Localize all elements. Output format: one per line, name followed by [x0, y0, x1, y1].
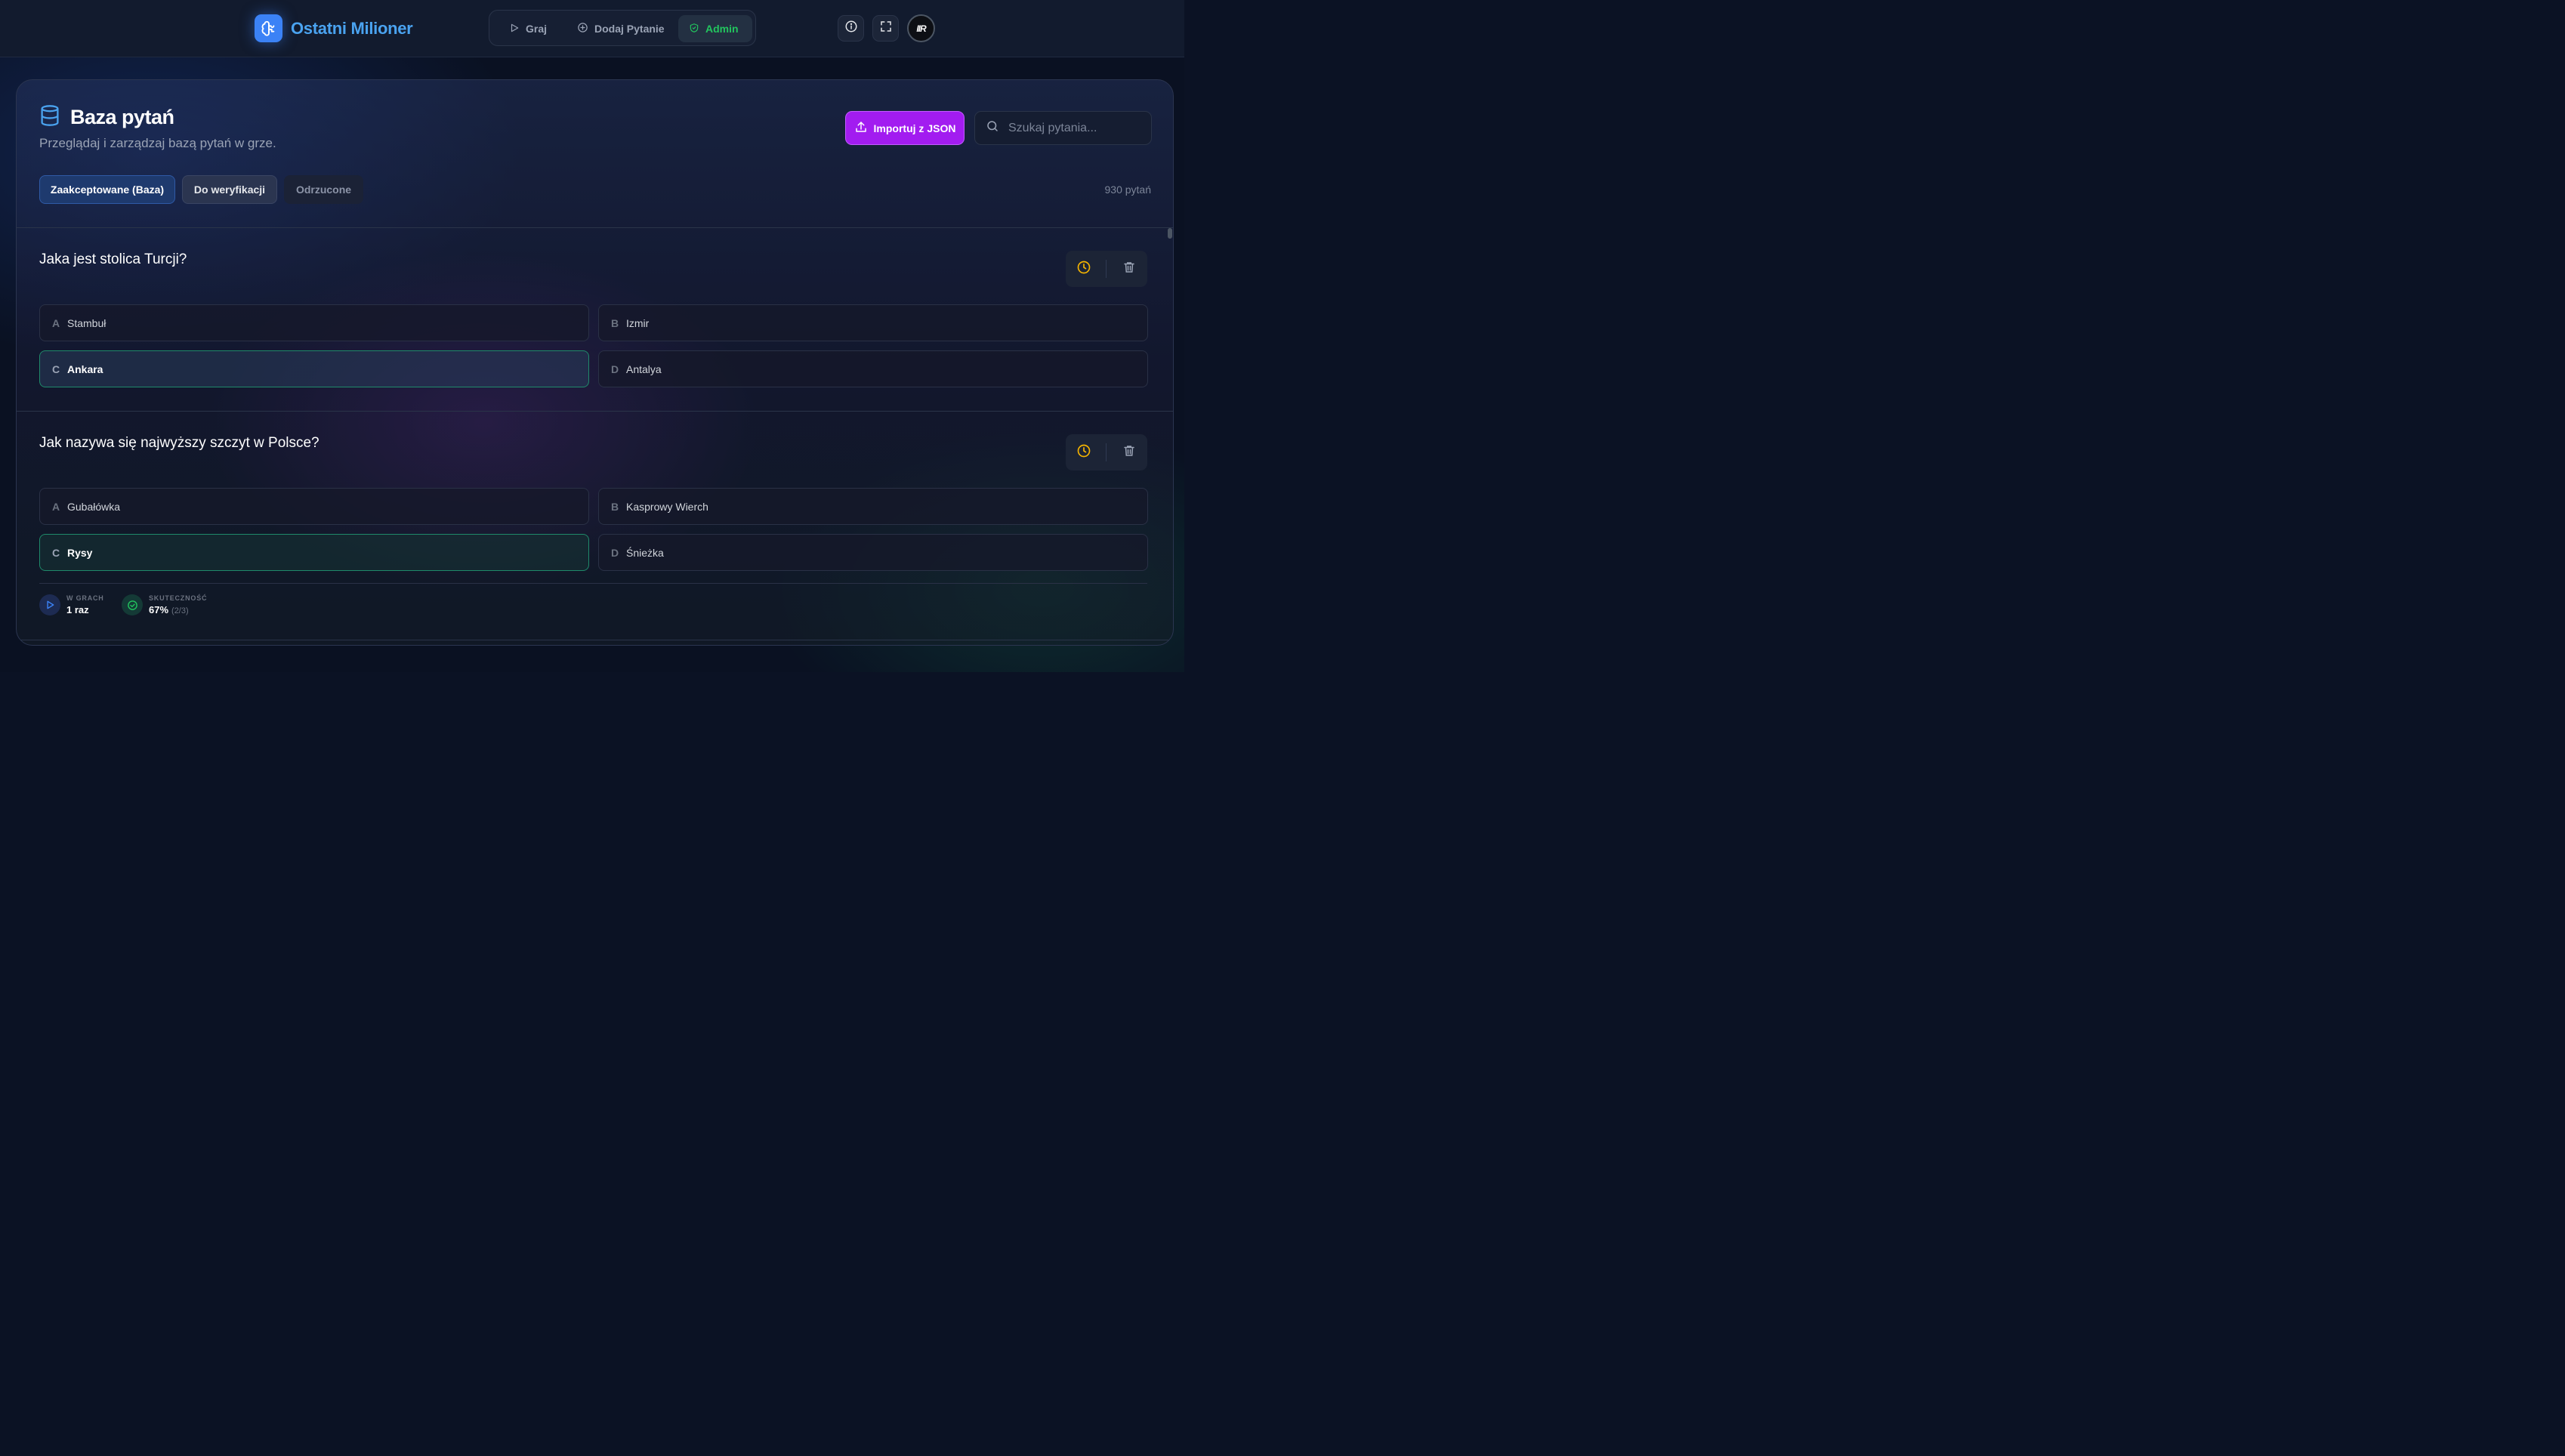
search-input[interactable]: [1007, 120, 1146, 136]
answer-letter: A: [52, 500, 60, 513]
divider: [1106, 443, 1107, 461]
nav-item-label: Graj: [526, 23, 548, 35]
question-count: 930 pytań: [1104, 184, 1152, 196]
question-bank-panel: Baza pytań Przeglądaj i zarządzaj bazą p…: [16, 79, 1174, 646]
info-icon: [844, 20, 858, 37]
nav-item-label: Admin: [705, 23, 739, 35]
import-json-label: Importuj z JSON: [873, 122, 956, 134]
answer-option[interactable]: D Śnieżka: [598, 534, 1148, 571]
stat-value: 67% (2/3): [149, 604, 207, 615]
answer-text: Gubałówka: [67, 500, 121, 513]
stat-games: W GRACH 1 raz: [39, 594, 104, 615]
avatar[interactable]: IIR: [907, 14, 935, 42]
divider: [17, 411, 1173, 412]
answer-letter: D: [611, 546, 619, 559]
check-circle-icon: [122, 594, 143, 615]
answer-text: Ankara: [67, 362, 103, 375]
brain-icon: [255, 14, 282, 42]
app-title: Ostatni Milioner: [291, 18, 413, 38]
plus-circle-icon: [577, 22, 588, 35]
history-button[interactable]: [1066, 434, 1102, 470]
answer-option[interactable]: B Izmir: [598, 304, 1148, 341]
stat-label: W GRACH: [66, 594, 104, 602]
answer-letter: C: [52, 362, 60, 375]
upload-icon: [854, 120, 868, 136]
brand[interactable]: Ostatni Milioner: [255, 14, 413, 42]
fullscreen-icon: [879, 20, 893, 37]
tab-do-weryfikacji[interactable]: Do weryfikacji: [182, 175, 277, 204]
answer-text: Antalya: [626, 362, 662, 375]
history-button[interactable]: [1066, 251, 1102, 287]
answer-option-correct[interactable]: C Ankara: [39, 350, 589, 387]
answer-text: Kasprowy Wierch: [626, 500, 708, 513]
answer-option[interactable]: A Gubałówka: [39, 488, 589, 525]
answer-letter: A: [52, 316, 60, 329]
clock-icon: [1076, 260, 1091, 279]
answer-letter: D: [611, 362, 619, 375]
answer-option[interactable]: D Antalya: [598, 350, 1148, 387]
top-bar: Ostatni Milioner Graj Dodaj Pytanie Admi…: [0, 0, 1184, 57]
clock-icon: [1076, 443, 1091, 462]
page-title-text: Baza pytań: [70, 106, 174, 128]
answer-option[interactable]: B Kasprowy Wierch: [598, 488, 1148, 525]
answer-option[interactable]: A Stambuł: [39, 304, 589, 341]
play-icon: [509, 23, 520, 35]
search-box: [974, 111, 1152, 145]
divider: [39, 583, 1147, 584]
nav-item-graj[interactable]: Graj: [498, 15, 557, 42]
question-text: Jak nazywa się najwyższy szczyt w Polsce…: [39, 435, 319, 451]
tab-odrzucone[interactable]: Odrzucone: [284, 175, 363, 204]
answer-text: Izmir: [626, 316, 650, 329]
success-percent: 67%: [149, 604, 169, 615]
stat-success: SKUTECZNOŚĆ 67% (2/3): [122, 594, 207, 615]
question-text: Jaka jest stolica Turcji?: [39, 251, 187, 267]
trash-icon: [1122, 261, 1136, 278]
question-actions: [1066, 251, 1147, 287]
stat-value: 1 raz: [66, 604, 89, 615]
answer-letter: B: [611, 500, 619, 513]
search-icon: [986, 119, 999, 137]
answer-text: Stambuł: [67, 316, 106, 329]
divider: [17, 227, 1173, 228]
import-json-button[interactable]: Importuj z JSON: [845, 111, 965, 145]
fullscreen-button[interactable]: [872, 15, 899, 42]
database-icon: [39, 104, 60, 131]
page-subtitle: Przeglądaj i zarządzaj bazą pytań w grze…: [39, 136, 276, 150]
scrollbar[interactable]: [1168, 228, 1172, 239]
nav-item-label: Dodaj Pytanie: [594, 23, 665, 35]
answer-text: Śnieżka: [626, 546, 664, 559]
answer-text: Rysy: [67, 546, 93, 559]
shield-icon: [689, 23, 699, 35]
page-title: Baza pytań: [39, 104, 174, 131]
stat-label: SKUTECZNOŚĆ: [149, 594, 208, 602]
success-detail: (2/3): [171, 606, 189, 615]
main-nav: Graj Dodaj Pytanie Admin: [489, 10, 756, 46]
divider: [1106, 260, 1107, 278]
delete-button[interactable]: [1111, 434, 1147, 470]
question-actions: [1066, 434, 1147, 470]
trash-icon: [1122, 444, 1136, 461]
tab-zaakceptowane[interactable]: Zaakceptowane (Baza): [39, 175, 175, 204]
info-button[interactable]: [838, 15, 864, 42]
nav-item-dodaj-pytanie[interactable]: Dodaj Pytanie: [566, 15, 675, 42]
answer-letter: C: [52, 546, 60, 559]
delete-button[interactable]: [1111, 251, 1147, 287]
answer-letter: B: [611, 316, 619, 329]
answer-option-correct[interactable]: C Rysy: [39, 534, 589, 571]
nav-item-admin[interactable]: Admin: [678, 15, 752, 42]
play-icon: [39, 594, 60, 615]
